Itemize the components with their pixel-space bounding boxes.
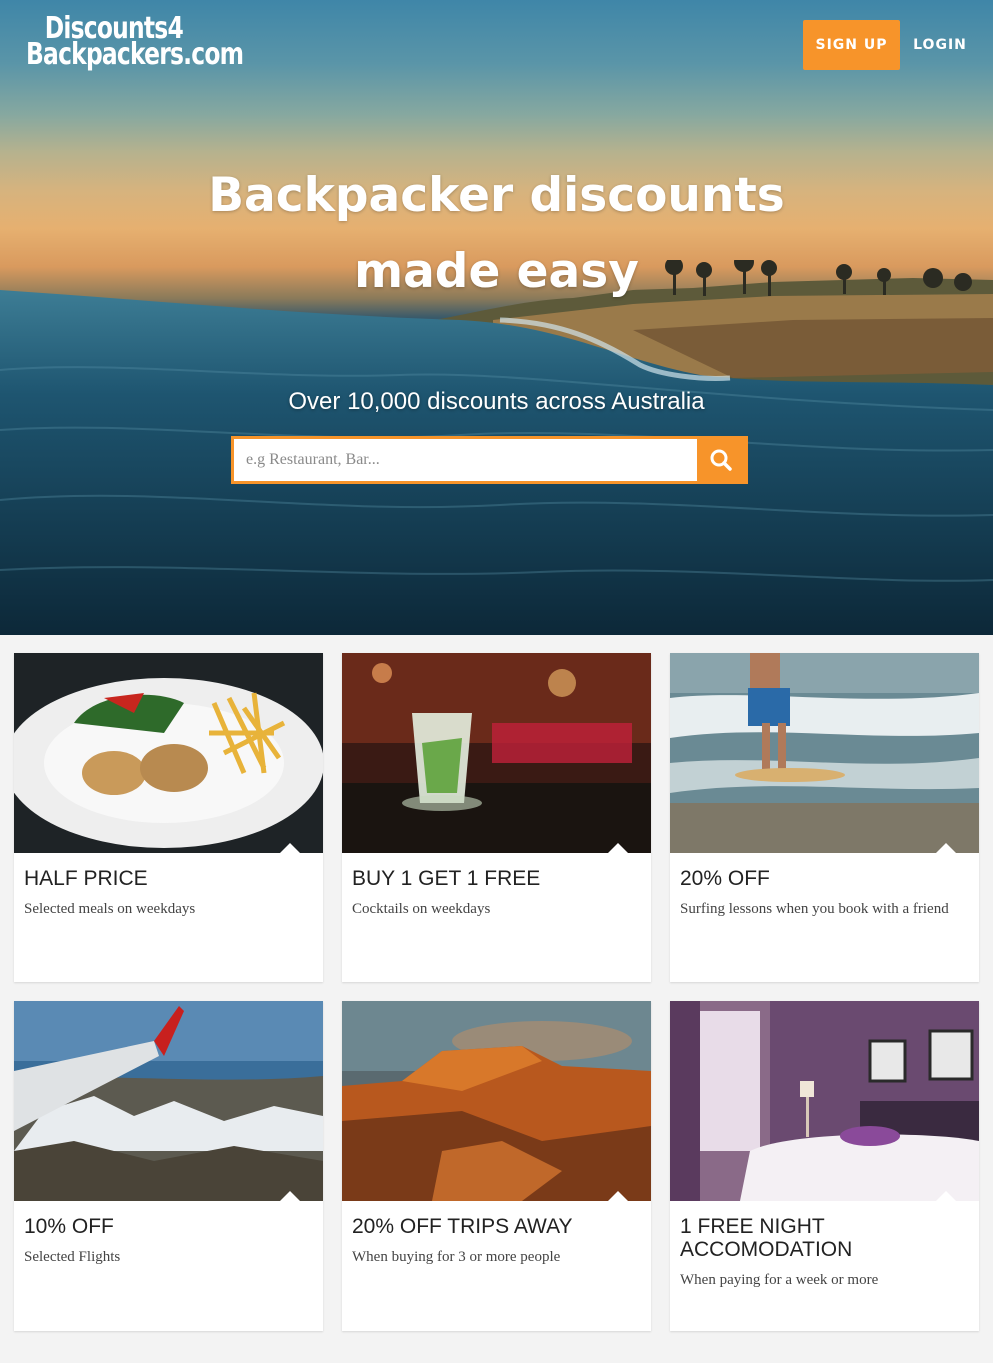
card-notch (607, 843, 629, 853)
deal-card[interactable]: 20% OFF Surfing lessons when you book wi… (670, 653, 979, 982)
outback-canyon-image (342, 1001, 651, 1201)
site-logo[interactable]: Discounts4 Backpackers.com (26, 14, 244, 72)
deal-title: BUY 1 GET 1 FREE (352, 867, 541, 890)
deal-description: Cocktails on weekdays (352, 901, 491, 917)
search-input[interactable] (234, 439, 697, 481)
card-notch (279, 1191, 301, 1201)
airplane-wing-image (14, 1001, 323, 1201)
deal-description: When paying for a week or more (680, 1272, 879, 1288)
deal-card[interactable]: 1 FREE NIGHT ACCOMODATION When paying fo… (670, 1001, 979, 1331)
deal-title: 20% OFF (680, 867, 770, 890)
headline-line-2: made easy (354, 244, 639, 299)
hotel-room-image (670, 1001, 979, 1201)
hero-banner: Discounts4 Backpackers.com SIGN UP LOGIN… (0, 0, 993, 635)
card-notch (607, 1191, 629, 1201)
hero-subtitle: Over 10,000 discounts across Australia (288, 388, 705, 415)
sign-up-button[interactable]: SIGN UP (803, 20, 900, 70)
deal-description: When buying for 3 or more people (352, 1249, 561, 1265)
search-bar (231, 436, 748, 484)
search-button[interactable] (697, 439, 745, 481)
login-link[interactable]: LOGIN (905, 20, 975, 70)
search-icon (710, 449, 732, 471)
deal-card[interactable]: HALF PRICE Selected meals on weekdays (14, 653, 323, 982)
deal-card[interactable]: 10% OFF Selected Flights (14, 1001, 323, 1331)
deal-description: Selected meals on weekdays (24, 901, 196, 917)
surfing-image (670, 653, 979, 853)
logo-line-2: Backpackers.com (26, 37, 244, 72)
hero-headline: Backpacker discounts made easy (0, 158, 993, 310)
meal-image (14, 653, 323, 853)
card-notch (279, 843, 301, 853)
card-notch (935, 843, 957, 853)
deal-title: 10% OFF (24, 1215, 114, 1238)
deal-description: Surfing lessons when you book with a fri… (680, 901, 949, 917)
cocktail-image (342, 653, 651, 853)
deal-description: Selected Flights (24, 1249, 121, 1265)
deal-title: HALF PRICE (24, 867, 148, 890)
card-notch (935, 1191, 957, 1201)
headline-line-1: Backpacker discounts (208, 168, 785, 223)
deal-title: 20% OFF TRIPS AWAY (352, 1215, 573, 1238)
deal-card[interactable]: BUY 1 GET 1 FREE Cocktails on weekdays (342, 653, 651, 982)
deal-card[interactable]: 20% OFF TRIPS AWAY When buying for 3 or … (342, 1001, 651, 1331)
deal-title: 1 FREE NIGHT ACCOMODATION (680, 1215, 853, 1261)
